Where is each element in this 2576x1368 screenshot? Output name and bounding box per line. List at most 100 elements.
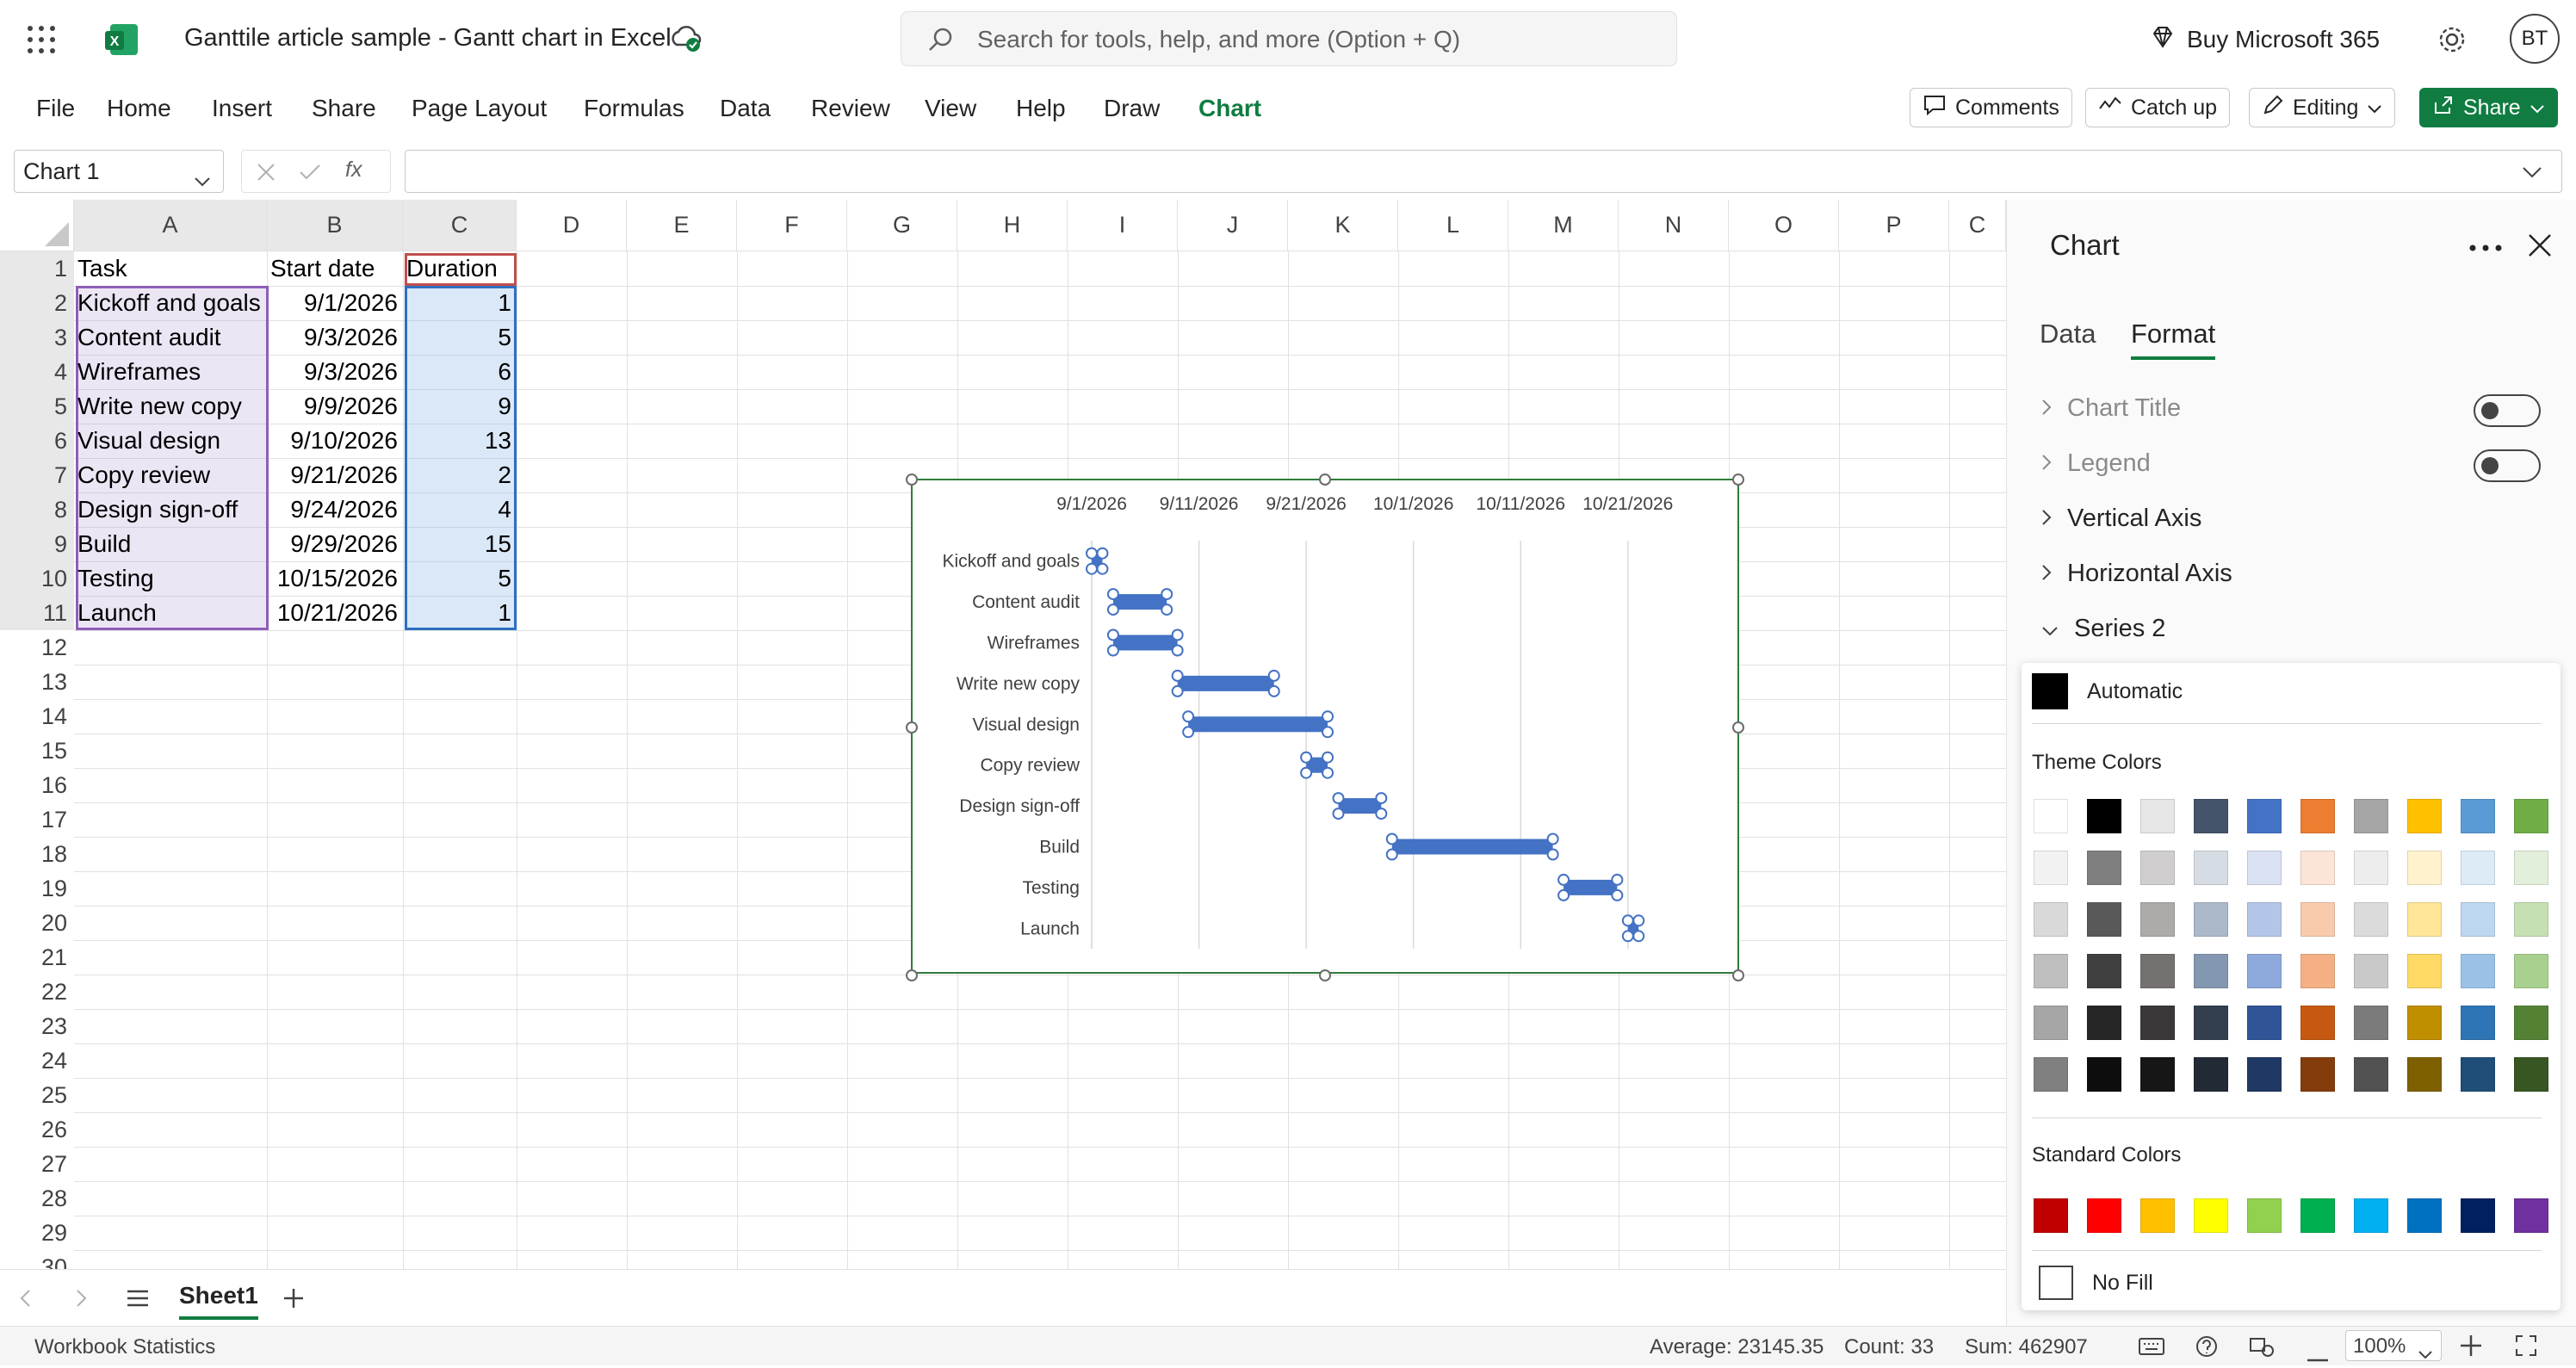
keyboard-icon[interactable]	[2139, 1337, 2164, 1362]
table-cell[interactable]: 6	[403, 355, 517, 389]
tab-chart[interactable]: Chart	[1198, 91, 1261, 126]
row-header[interactable]: 19	[0, 871, 74, 906]
row-header[interactable]: 18	[0, 837, 74, 871]
table-cell[interactable]: 13	[403, 424, 517, 458]
column-header[interactable]: G	[847, 200, 957, 251]
standard-color-swatch[interactable]	[2087, 1198, 2121, 1233]
theme-color-swatch[interactable]	[2354, 954, 2388, 988]
theme-color-swatch[interactable]	[2247, 902, 2282, 937]
row-header[interactable]: 3	[0, 320, 74, 355]
table-cell[interactable]: 9/3/2026	[267, 355, 403, 389]
column-header[interactable]: D	[517, 200, 627, 251]
theme-color-swatch[interactable]	[2300, 1006, 2335, 1040]
zoom-out-icon[interactable]	[2307, 1344, 2328, 1368]
row-header[interactable]: 6	[0, 424, 74, 458]
column-header[interactable]: F	[737, 200, 847, 251]
more-options-icon[interactable]	[2468, 241, 2503, 257]
table-cell[interactable]: Testing	[74, 561, 267, 596]
cancel-icon[interactable]	[256, 162, 276, 187]
table-cell[interactable]: Visual design	[74, 424, 267, 458]
theme-color-swatch[interactable]	[2407, 954, 2442, 988]
standard-color-swatch[interactable]	[2514, 1198, 2548, 1233]
standard-color-swatch[interactable]	[2247, 1198, 2282, 1233]
row-header[interactable]: 28	[0, 1181, 74, 1216]
theme-color-swatch[interactable]	[2140, 851, 2175, 885]
table-cell[interactable]: Design sign-off	[74, 492, 267, 527]
name-box[interactable]: Chart 1	[14, 150, 224, 193]
row-header[interactable]: 11	[0, 596, 74, 630]
row-header[interactable]: 27	[0, 1147, 74, 1181]
row-header[interactable]: 24	[0, 1043, 74, 1078]
row-header[interactable]: 26	[0, 1112, 74, 1147]
document-title[interactable]: Ganttile article sample - Gantt chart in…	[184, 24, 672, 53]
row-header[interactable]: 12	[0, 630, 74, 665]
section-horizontal-axis[interactable]: Horizontal Axis	[2041, 560, 2232, 588]
theme-color-swatch[interactable]	[2247, 1057, 2282, 1092]
tab-share[interactable]: Share	[312, 91, 376, 126]
comments-button[interactable]: Comments	[1910, 88, 2072, 127]
tab-file[interactable]: File	[36, 91, 75, 126]
table-cell[interactable]: Build	[74, 527, 267, 561]
table-cell[interactable]: Wireframes	[74, 355, 267, 389]
table-cell[interactable]: 9/10/2026	[267, 424, 403, 458]
theme-color-swatch[interactable]	[2354, 1006, 2388, 1040]
theme-color-swatch[interactable]	[2194, 799, 2228, 833]
standard-color-swatch[interactable]	[2461, 1198, 2495, 1233]
row-header[interactable]: 15	[0, 734, 74, 768]
scroll-right-icon[interactable]	[76, 1289, 88, 1312]
theme-color-swatch[interactable]	[2407, 799, 2442, 833]
theme-color-swatch[interactable]	[2407, 1057, 2442, 1092]
row-header[interactable]: 16	[0, 768, 74, 802]
automatic-color-option[interactable]: Automatic	[2032, 672, 2183, 711]
theme-color-swatch[interactable]	[2140, 1057, 2175, 1092]
column-header[interactable]: C	[1949, 200, 2006, 251]
table-cell[interactable]: 1	[403, 596, 517, 630]
row-header[interactable]: 30	[0, 1250, 74, 1270]
column-header[interactable]: N	[1619, 200, 1729, 251]
tab-format[interactable]: Format	[2131, 319, 2216, 360]
insert-function-icon[interactable]: fx	[345, 158, 362, 183]
column-header[interactable]: I	[1068, 200, 1178, 251]
theme-color-swatch[interactable]	[2087, 851, 2121, 885]
table-cell[interactable]: 9/3/2026	[267, 320, 403, 355]
tab-view[interactable]: View	[925, 91, 976, 126]
theme-color-swatch[interactable]	[2461, 902, 2495, 937]
theme-color-swatch[interactable]	[2087, 902, 2121, 937]
table-cell[interactable]: Copy review	[74, 458, 267, 492]
theme-color-swatch[interactable]	[2140, 1006, 2175, 1040]
column-header[interactable]: K	[1288, 200, 1398, 251]
no-fill-option[interactable]: No Fill	[2039, 1266, 2153, 1300]
catch-up-button[interactable]: Catch up	[2085, 88, 2231, 127]
theme-color-swatch[interactable]	[2514, 902, 2548, 937]
legend-toggle[interactable]	[2474, 449, 2541, 482]
theme-color-swatch[interactable]	[2194, 902, 2228, 937]
theme-color-swatch[interactable]	[2461, 799, 2495, 833]
chart-resize-handle[interactable]	[906, 969, 918, 981]
table-cell[interactable]: Content audit	[74, 320, 267, 355]
table-cell[interactable]: Write new copy	[74, 389, 267, 424]
row-header[interactable]: 14	[0, 699, 74, 734]
table-cell[interactable]: 9/9/2026	[267, 389, 403, 424]
theme-color-swatch[interactable]	[2087, 1006, 2121, 1040]
theme-color-swatch[interactable]	[2407, 902, 2442, 937]
row-header[interactable]: 25	[0, 1078, 74, 1112]
fullscreen-icon[interactable]	[2516, 1335, 2536, 1362]
column-header[interactable]: P	[1839, 200, 1949, 251]
theme-color-swatch[interactable]	[2354, 902, 2388, 937]
theme-color-swatch[interactable]	[2354, 799, 2388, 833]
confirm-check-icon[interactable]	[299, 162, 321, 187]
header-cell[interactable]: Start date	[267, 251, 403, 286]
tab-insert[interactable]: Insert	[212, 91, 272, 126]
theme-color-swatch[interactable]	[2194, 851, 2228, 885]
theme-color-swatch[interactable]	[2194, 1057, 2228, 1092]
theme-color-swatch[interactable]	[2034, 1006, 2068, 1040]
row-header[interactable]: 7	[0, 458, 74, 492]
theme-color-swatch[interactable]	[2300, 902, 2335, 937]
row-header[interactable]: 17	[0, 802, 74, 837]
theme-color-swatch[interactable]	[2194, 1006, 2228, 1040]
table-cell[interactable]: 10/15/2026	[267, 561, 403, 596]
theme-color-swatch[interactable]	[2461, 1006, 2495, 1040]
editing-mode-button[interactable]: Editing	[2249, 88, 2396, 127]
settings-gear-icon[interactable]	[2435, 22, 2469, 57]
theme-color-swatch[interactable]	[2087, 799, 2121, 833]
